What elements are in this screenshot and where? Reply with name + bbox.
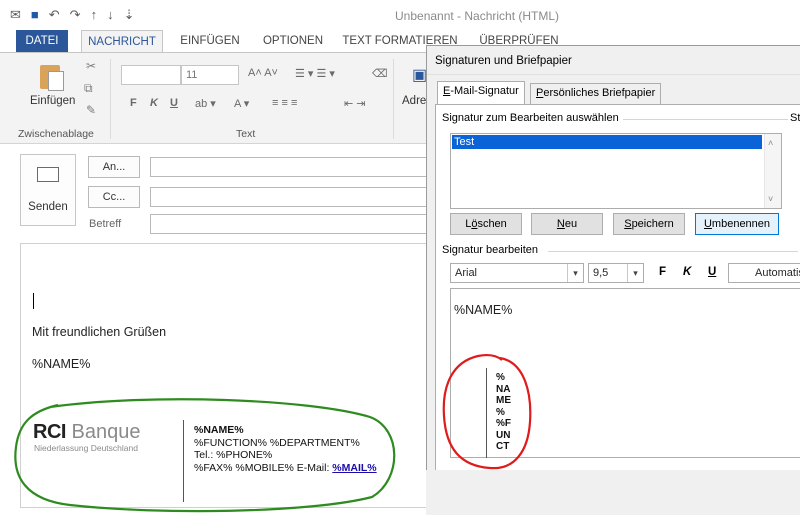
font-size-box[interactable]: 11 [181, 65, 239, 85]
indent-icons[interactable]: ⇤ ⇥ [344, 97, 366, 110]
bullets-icon[interactable]: ☰ ▾ ☰ ▾ [295, 67, 335, 80]
highlight-icon[interactable]: ab ▾ [195, 97, 216, 110]
name-placeholder: %NAME% [32, 357, 91, 371]
to-field[interactable] [150, 157, 440, 177]
text-group-label: Text [236, 128, 256, 140]
green-annotation-circle [14, 398, 396, 513]
customize-icon[interactable]: ⇣ [124, 7, 135, 23]
tab-personal-stationery[interactable]: Persönliches Briefpapier [530, 83, 662, 104]
scroll-up-icon[interactable]: ˄ [768, 138, 773, 148]
bold-button[interactable]: F [130, 97, 137, 109]
redo-icon[interactable]: ↷ [70, 7, 81, 23]
up-arrow-icon[interactable]: ↑ [91, 7, 98, 23]
send-button[interactable]: Senden [20, 154, 76, 226]
dialog-bold-button[interactable]: F [659, 266, 666, 278]
chevron-down-icon[interactable]: ▾ [627, 264, 643, 282]
auto-color-button[interactable]: Automatis [728, 263, 800, 283]
mail-icon[interactable]: ✉ [10, 7, 21, 23]
undo-icon[interactable]: ↶ [49, 7, 60, 23]
title-bar: ✉ ■ ↶ ↷ ↑ ↓ ⇣ Unbenannt - Nachricht (HTM… [0, 0, 800, 30]
list-scrollbar[interactable]: ˄ ˅ [764, 134, 781, 208]
new-button[interactable]: Neu [531, 213, 603, 235]
greeting-text: Mit freundlichen Grüßen [32, 325, 167, 339]
clear-format-icon[interactable]: ⌫ [372, 67, 388, 80]
subject-label: Betreff [89, 218, 122, 230]
signature-item-test[interactable]: Test [452, 135, 762, 149]
size-select[interactable]: 9,5 ▾ [588, 263, 644, 283]
quick-access-toolbar: ✉ ■ ↶ ↷ ↑ ↓ ⇣ [10, 7, 134, 23]
tab-email-signature[interactable]: E-Mail-Signatur [437, 81, 525, 105]
cc-button[interactable]: Cc... [88, 186, 140, 208]
dialog-footer [426, 470, 800, 515]
dialog-underline-button[interactable]: U [708, 266, 716, 278]
scroll-down-icon[interactable]: ˅ [768, 194, 773, 204]
tab-nachricht[interactable]: NACHRICHT [81, 30, 163, 53]
down-arrow-icon[interactable]: ↓ [107, 7, 114, 23]
text-caret [33, 293, 34, 309]
address-book-icon[interactable]: ▣ [412, 65, 427, 85]
paste-button[interactable]: Einfügen [30, 95, 75, 107]
signature-list[interactable]: Test ˄ ˅ [450, 133, 782, 209]
grow-font-icon[interactable]: A˄ A˅ [248, 67, 278, 79]
align-icons[interactable]: ≡ ≡ ≡ [272, 97, 297, 109]
paste-icon[interactable] [38, 61, 66, 91]
italic-button[interactable]: K [150, 97, 158, 109]
editor-name-placeholder: %NAME% [454, 303, 513, 317]
clipboard-group-label: Zwischenablage [18, 128, 94, 140]
font-color-icon[interactable]: A ▾ [234, 97, 249, 110]
cc-field[interactable] [150, 187, 440, 207]
subject-field[interactable] [150, 214, 440, 234]
copy-icon[interactable]: ⧉ [84, 81, 93, 96]
font-family-box[interactable] [121, 65, 181, 85]
cut-icon[interactable]: ✂ [86, 59, 96, 73]
address-book-button[interactable]: Adre [402, 95, 426, 107]
rename-button[interactable]: Umbenennen [695, 213, 779, 235]
save-signature-button[interactable]: Speichern [613, 213, 685, 235]
dialog-italic-button[interactable]: K [683, 266, 691, 278]
save-icon[interactable]: ■ [31, 7, 39, 23]
chevron-down-icon[interactable]: ▾ [567, 264, 583, 282]
edit-signature-label: Signatur bearbeiten [442, 244, 543, 256]
format-painter-icon[interactable]: ✎ [86, 103, 96, 117]
window-title: Unbenannt - Nachricht (HTML) [395, 9, 560, 23]
underline-button[interactable]: U [170, 97, 178, 109]
to-button[interactable]: An... [88, 156, 140, 178]
tab-optionen[interactable]: OPTIONEN [255, 30, 331, 52]
standard-label: St [790, 112, 800, 124]
delete-button[interactable]: Löschen [450, 213, 522, 235]
envelope-icon [37, 167, 59, 182]
font-select[interactable]: Arial ▾ [450, 263, 584, 283]
tab-datei[interactable]: DATEI [16, 30, 68, 52]
select-signature-label: Signatur zum Bearbeiten auswählen [442, 112, 623, 124]
dialog-title: Signaturen und Briefpapier [435, 55, 572, 67]
tab-einfuegen[interactable]: EINFÜGEN [172, 30, 248, 52]
red-annotation-circle [442, 353, 532, 470]
